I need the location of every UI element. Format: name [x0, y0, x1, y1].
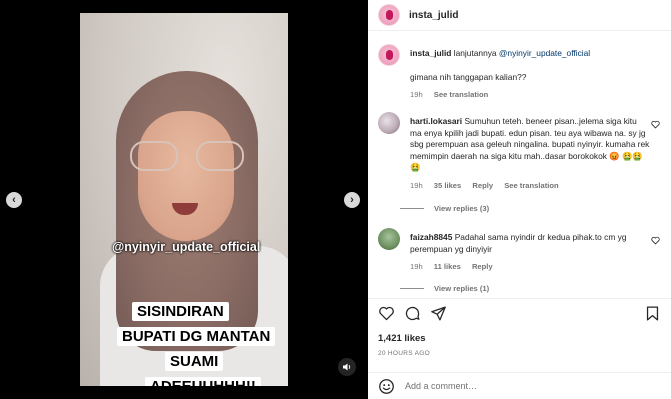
caption-mention-link[interactable]: @nyinyir_update_official: [499, 48, 590, 58]
video-caption-line-2: BUPATI DG MANTAN: [117, 327, 276, 346]
author-avatar[interactable]: [378, 4, 400, 26]
add-comment-bar: [368, 372, 671, 399]
view-replies-label: View replies (1): [434, 284, 490, 293]
commenter-avatar[interactable]: [378, 228, 400, 250]
video-caption-line-4: ADEEUUHHH!!: [145, 377, 261, 386]
replies-divider-line: [400, 208, 424, 209]
view-replies-button[interactable]: View replies (3): [400, 204, 489, 213]
previous-post-button[interactable]: ‹: [6, 192, 22, 208]
action-icons-group: [378, 305, 447, 323]
video-person-glasses: [130, 141, 244, 171]
author-username[interactable]: insta_julid: [409, 10, 458, 21]
caption-see-translation-link[interactable]: See translation: [434, 90, 488, 99]
commenter-avatar[interactable]: [378, 112, 400, 134]
comment-time: 19h: [410, 180, 423, 190]
glasses-right-lens: [196, 141, 244, 171]
comment-see-translation-link[interactable]: See translation: [504, 181, 558, 190]
post-timestamp: 20 HOURS AGO: [378, 350, 431, 357]
caption-text: lanjutannya: [453, 48, 499, 58]
comment-meta: 19h 35 likes Reply See translation: [410, 180, 650, 192]
comment-username[interactable]: faizah8845: [410, 232, 452, 242]
mute-toggle-button[interactable]: [338, 358, 356, 376]
glasses-left-lens: [130, 141, 178, 171]
comment-username[interactable]: harti.lokasari: [410, 116, 462, 126]
caption-time: 19h: [410, 90, 423, 99]
emoji-smiley-icon[interactable]: [378, 378, 395, 395]
caption-comment: insta_julid lanjutannya @nyinyir_update_…: [378, 44, 668, 104]
video-person-face: [138, 111, 234, 241]
comment-time: 19h: [410, 262, 423, 271]
next-post-button[interactable]: ›: [344, 192, 360, 208]
heart-icon[interactable]: [378, 305, 395, 322]
media-area: @nyinyir_update_official SISINDIRAN BUPA…: [0, 0, 368, 399]
caption-body: insta_julid lanjutannya @nyinyir_update_…: [410, 48, 668, 101]
view-replies-label: View replies (3): [434, 204, 490, 213]
comment-bubble-icon[interactable]: [404, 305, 421, 322]
speaker-icon: [343, 363, 351, 371]
video-watermark: @nyinyir_update_official: [112, 240, 261, 254]
caption-author-avatar[interactable]: [378, 44, 400, 66]
comments-list[interactable]: insta_julid lanjutannya @nyinyir_update_…: [368, 32, 671, 298]
comment-body: faizah8845 Padahal sama nyindir dr kedua…: [410, 232, 650, 273]
post-video[interactable]: @nyinyir_update_official SISINDIRAN BUPA…: [80, 13, 288, 386]
bookmark-icon[interactable]: [644, 305, 661, 322]
post-likes-count[interactable]: 1,421 likes: [378, 333, 426, 344]
post-actions: 1,421 likes 20 HOURS AGO: [368, 298, 671, 370]
video-caption-line-1: SISINDIRAN: [132, 302, 229, 321]
comment-like-heart-icon[interactable]: [651, 120, 660, 129]
post-side-panel: insta_julid insta_julid lanjutannya @nyi…: [368, 0, 671, 399]
caption-username[interactable]: insta_julid: [410, 48, 451, 58]
post-viewer: @nyinyir_update_official SISINDIRAN BUPA…: [0, 0, 671, 399]
comment-reply-link[interactable]: Reply: [472, 262, 493, 271]
comment-likes[interactable]: 11 likes: [434, 262, 461, 271]
paper-plane-icon[interactable]: [430, 305, 447, 322]
add-comment-input[interactable]: [405, 381, 645, 391]
post-header: insta_julid: [368, 0, 671, 31]
caption-meta: 19h See translation: [410, 89, 668, 101]
comment-likes[interactable]: 35 likes: [434, 181, 461, 190]
view-replies-button[interactable]: View replies (1): [400, 284, 489, 293]
chevron-left-icon: ‹: [12, 194, 16, 206]
chevron-right-icon: ›: [350, 194, 354, 206]
comment-body: harti.lokasari Sumuhun teteh. beneer pis…: [410, 116, 650, 191]
replies-divider-line: [400, 288, 424, 289]
caption-text-line-2: gimana nih tanggapan kalian??: [410, 71, 527, 82]
video-caption-line-3: SUAMI: [165, 352, 224, 371]
comment-meta: 19h 11 likes Reply: [410, 261, 650, 273]
comment-reply-link[interactable]: Reply: [472, 181, 493, 190]
comment-item: faizah8845 Padahal sama nyindir dr kedua…: [378, 228, 668, 278]
comment-like-heart-icon[interactable]: [651, 236, 660, 245]
